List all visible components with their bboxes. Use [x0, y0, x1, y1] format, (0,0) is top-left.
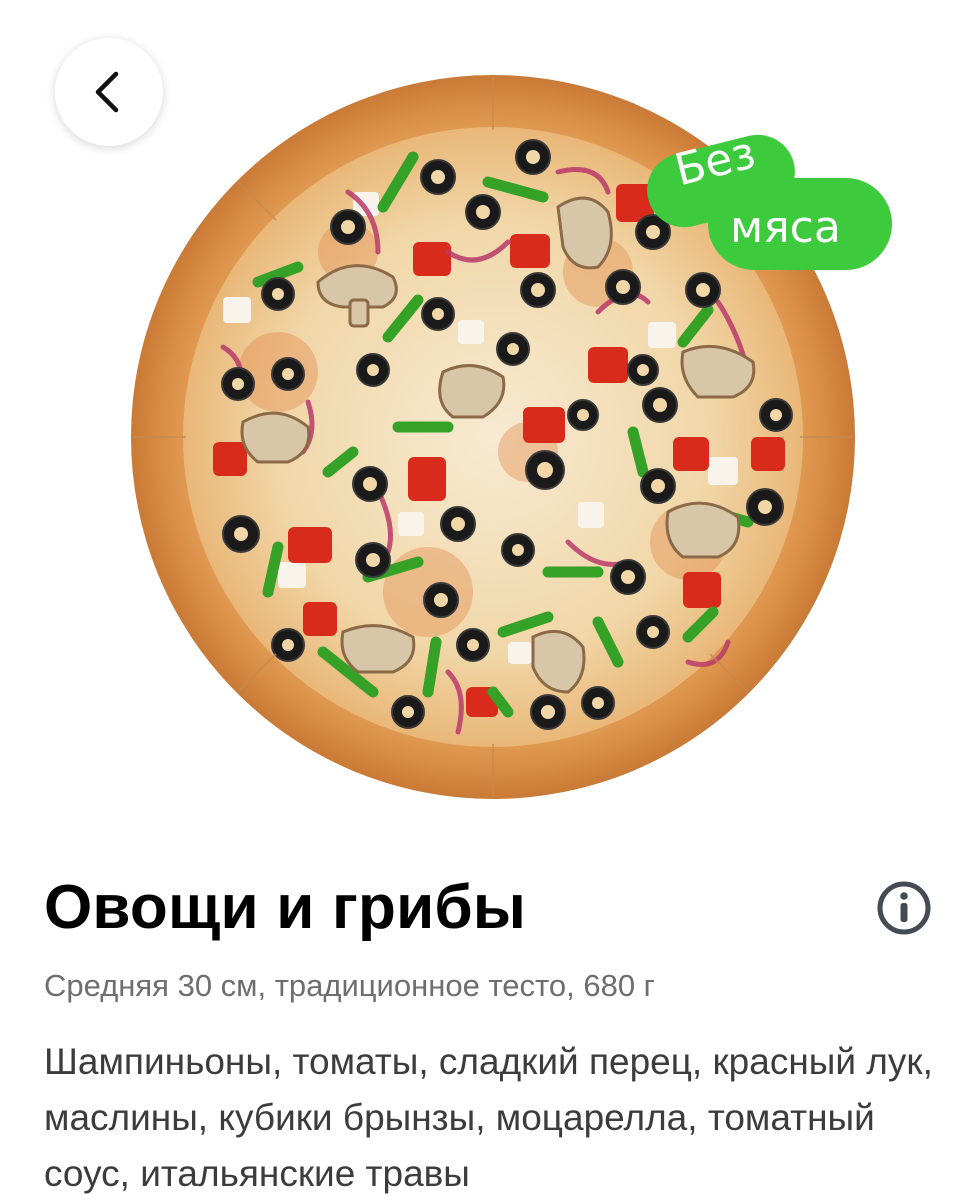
product-size-info: Средняя 30 см, традиционное тесто, 680 г: [44, 968, 655, 1003]
chevron-left-icon: [95, 71, 119, 113]
badge-line-2: мяса: [730, 202, 841, 253]
product-ingredients: Шампиньоны, томаты, сладкий перец, красн…: [44, 1041, 933, 1194]
product-title: Овощи и грибы: [44, 873, 527, 942]
info-button[interactable]: [874, 878, 934, 938]
info-icon: [877, 881, 931, 935]
vegetarian-badge: Без мяса: [638, 118, 896, 276]
